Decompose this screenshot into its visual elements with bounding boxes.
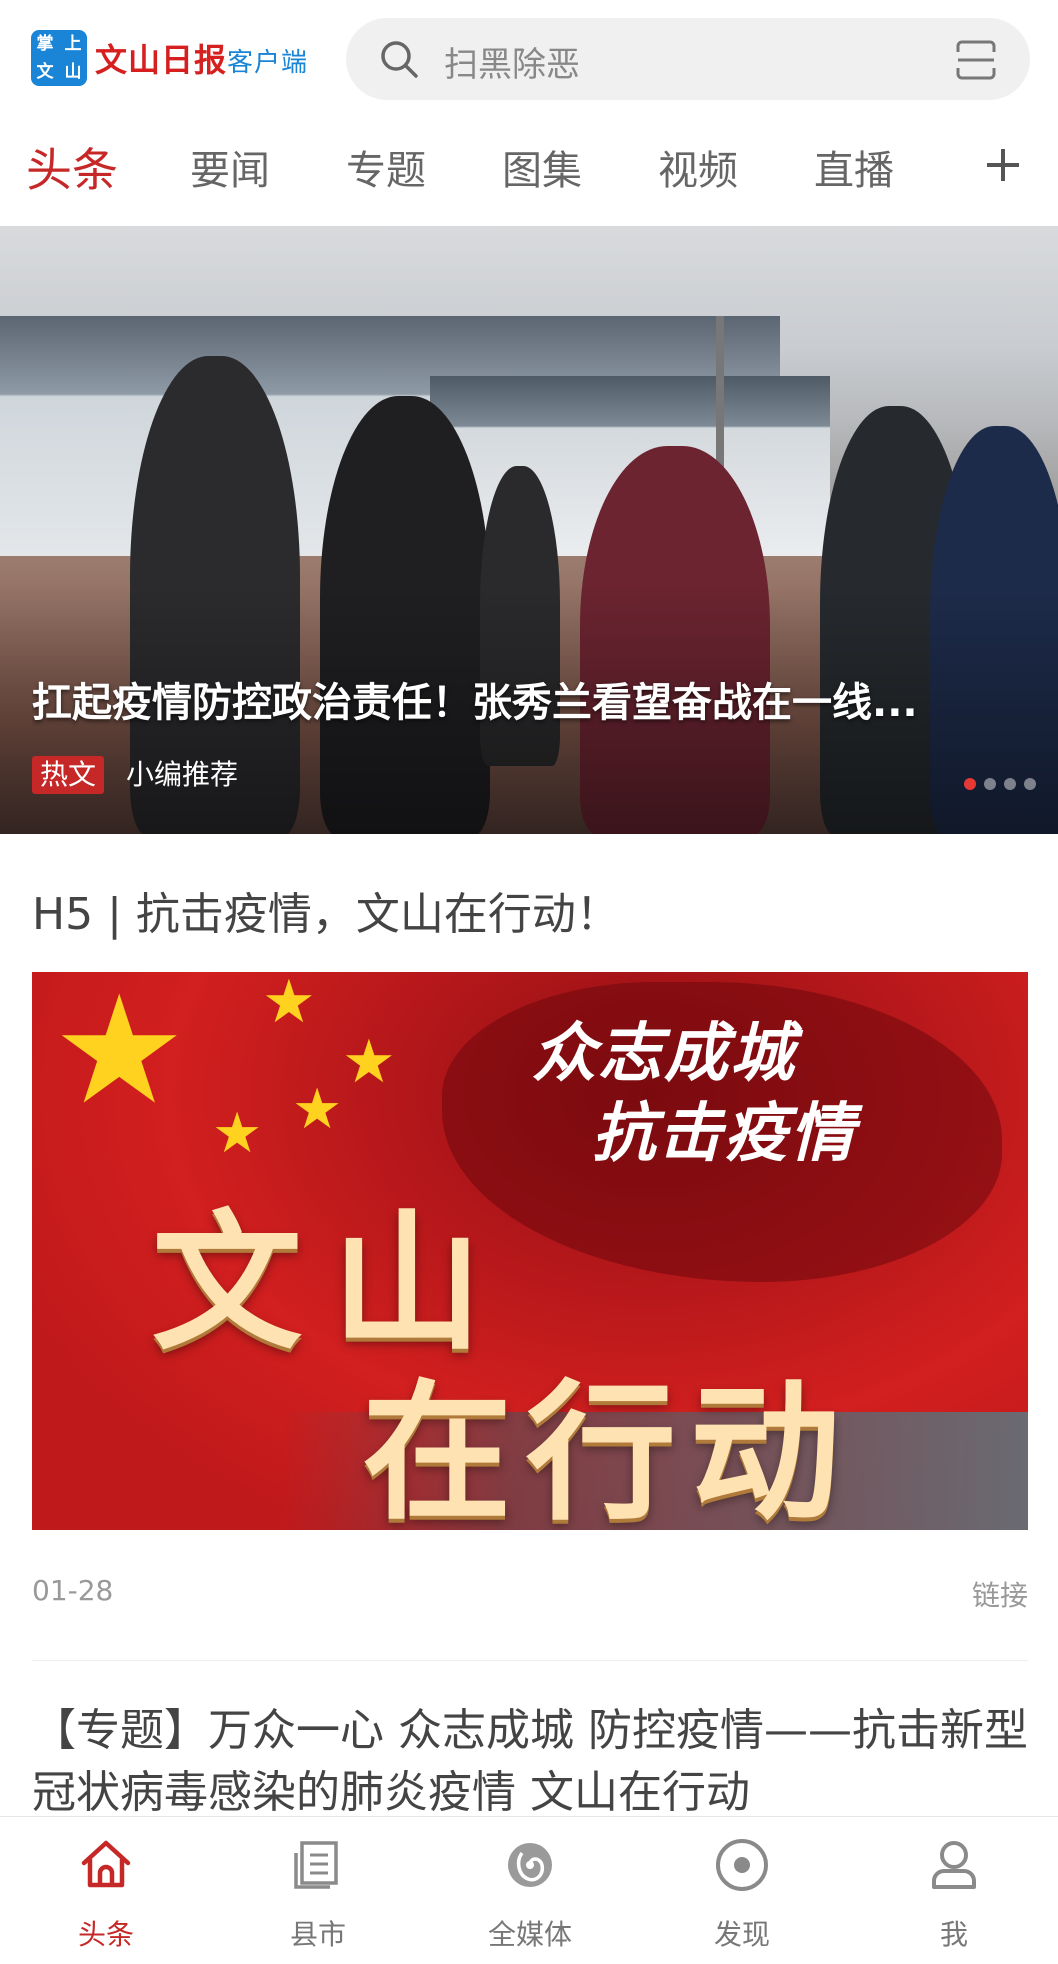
carousel-dot — [984, 778, 996, 790]
tab-news[interactable]: 要闻 — [190, 138, 270, 196]
nav-county[interactable]: 县市 — [212, 1817, 424, 1964]
image-slogan: 众志成城 — [532, 1017, 796, 1091]
star-icon: ★ — [262, 972, 316, 1037]
logo-badge: 掌 上 文 山 — [31, 30, 87, 86]
discover-icon — [716, 1839, 768, 1891]
star-icon: ★ — [342, 1027, 396, 1097]
star-icon: ★ — [292, 1077, 343, 1142]
carousel-indicator — [964, 778, 1036, 790]
tab-topics[interactable]: 专题 — [346, 138, 426, 196]
county-icon — [294, 1841, 338, 1889]
bottom-navigation: 头条 县市 全媒体 发现 我 — [0, 1816, 1058, 1964]
article-title[interactable]: 【专题】万众一心 众志成城 防控疫情——抗击新型冠状病毒感染的肺炎疫情 文山在行… — [32, 1700, 1028, 1824]
search-placeholder: 扫黑除恶 — [444, 45, 580, 85]
carousel-dot — [1004, 778, 1016, 790]
channel-tabs: 头条 要闻 专题 图集 视频 直播 — [0, 118, 1058, 226]
media-icon — [508, 1843, 552, 1887]
article-title[interactable]: H5 | 抗击疫情，文山在行动！ — [32, 878, 620, 942]
article-date: 01-28 — [32, 1574, 114, 1607]
add-channel-icon[interactable] — [984, 146, 1022, 184]
star-icon: ★ — [212, 1101, 263, 1166]
image-slogan: 抗击疫情 — [592, 1097, 856, 1171]
app-logo: 掌 上 文 山 文山日报客户端 — [31, 30, 308, 86]
search-bar[interactable]: 扫黑除恶 — [346, 18, 1030, 100]
tab-gallery[interactable]: 图集 — [502, 138, 582, 196]
divider — [32, 1660, 1028, 1661]
image-headline: 在行动 — [362, 1367, 855, 1530]
search-icon — [381, 41, 418, 78]
nav-profile[interactable]: 我 — [848, 1817, 1058, 1964]
carousel-dot — [964, 778, 976, 790]
tab-video[interactable]: 视频 — [658, 138, 738, 196]
tab-headlines[interactable]: 头条 — [26, 134, 118, 200]
logo-text: 文山日报客户端 — [95, 41, 309, 79]
carousel-dot — [1024, 778, 1036, 790]
article-image[interactable]: ★ ★ ★ ★ ★ 众志成城 抗击疫情 文山 在行动 — [32, 972, 1028, 1530]
app-header: 掌 上 文 山 文山日报客户端 扫黑除恶 — [0, 0, 1058, 118]
hot-badge: 热文 — [32, 756, 105, 794]
nav-media[interactable]: 全媒体 — [424, 1817, 636, 1964]
nav-discover[interactable]: 发现 — [636, 1817, 848, 1964]
profile-icon — [932, 1841, 976, 1889]
hero-source: 小编推荐 — [126, 758, 239, 791]
hero-carousel[interactable]: 扛起疫情防控政治责任！张秀兰看望奋战在一线... 热文 小编推荐 — [0, 226, 1058, 834]
star-icon: ★ — [52, 972, 187, 1138]
article-type: 链接 — [971, 1579, 1028, 1612]
tab-live[interactable]: 直播 — [814, 138, 894, 196]
scan-icon[interactable] — [954, 38, 998, 82]
nav-headlines[interactable]: 头条 — [0, 1817, 212, 1964]
home-icon — [81, 1840, 131, 1888]
hero-title[interactable]: 扛起疫情防控政治责任！张秀兰看望奋战在一线... — [32, 670, 1022, 728]
